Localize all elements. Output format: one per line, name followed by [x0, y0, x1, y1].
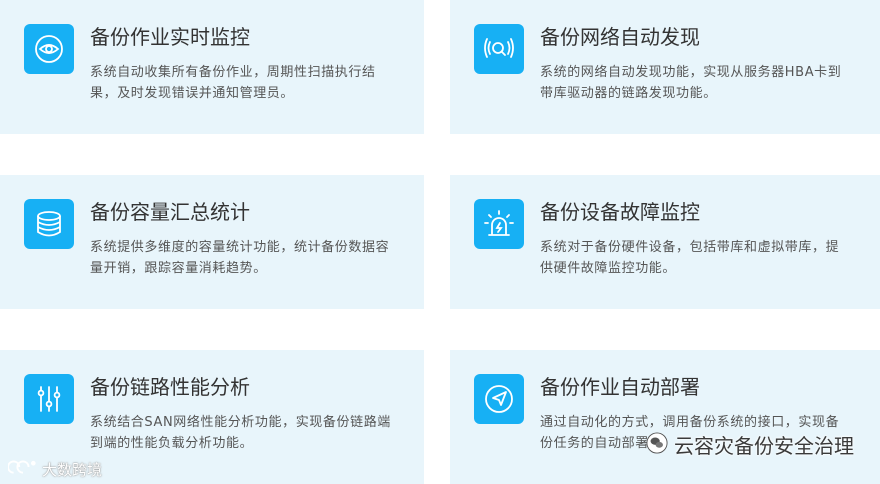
alarm-light-icon — [474, 199, 524, 249]
feature-card-device-fault: 备份设备故障监控 系统对于备份硬件设备，包括带库和虚拟带库，提供硬件故障监控功能… — [450, 175, 880, 309]
card-title: 备份作业自动部署 — [540, 375, 700, 399]
card-description: 系统的网络自动发现功能，实现从服务器HBA卡到带库驱动器的链路发现功能。 — [540, 65, 842, 101]
watermark-brand-text: 大数跨境 — [42, 460, 103, 479]
feature-card-network-discovery: 备份网络自动发现 系统的网络自动发现功能，实现从服务器HBA卡到带库驱动器的链路… — [450, 0, 880, 134]
feature-card-capacity-stats: 备份容量汇总统计 系统提供多维度的容量统计功能，统计备份数据容量开销，跟踪容量消… — [0, 175, 424, 309]
card-title: 备份网络自动发现 — [540, 25, 700, 49]
database-icon — [24, 199, 74, 249]
card-description: 系统提供多维度的容量统计功能，统计备份数据容量开销，跟踪容量消耗趋势。 — [90, 240, 390, 276]
send-arrow-icon — [474, 374, 524, 424]
card-title: 备份链路性能分析 — [90, 375, 250, 399]
card-description: 系统自动收集所有备份作业，周期性扫描执行结果，及时发现错误并通知管理员。 — [90, 65, 376, 101]
sliders-icon — [24, 374, 74, 424]
brand-logo-icon — [7, 457, 38, 482]
card-title: 备份容量汇总统计 — [90, 200, 250, 224]
radar-search-icon — [474, 24, 524, 74]
card-title: 备份作业实时监控 — [90, 25, 250, 49]
wechat-icon — [646, 432, 668, 460]
wechat-watermark: 云容灾备份安全治理 — [646, 432, 854, 460]
card-description: 系统结合SAN网络性能分析功能，实现备份链路端到端的性能负载分析功能。 — [90, 415, 391, 451]
watermark-text: 云容灾备份安全治理 — [674, 434, 854, 458]
brand-watermark: 大数跨境 — [7, 457, 103, 482]
feature-card-job-monitor: 备份作业实时监控 系统自动收集所有备份作业，周期性扫描执行结果，及时发现错误并通… — [0, 0, 424, 134]
feature-card-auto-deploy: 备份作业自动部署 通过自动化的方式，调用备份系统的接口，实现备份任务的自动部署。 — [450, 350, 880, 484]
eye-icon — [24, 24, 74, 74]
card-description: 系统对于备份硬件设备，包括带库和虚拟带库，提供硬件故障监控功能。 — [540, 240, 840, 276]
card-title: 备份设备故障监控 — [540, 200, 700, 224]
